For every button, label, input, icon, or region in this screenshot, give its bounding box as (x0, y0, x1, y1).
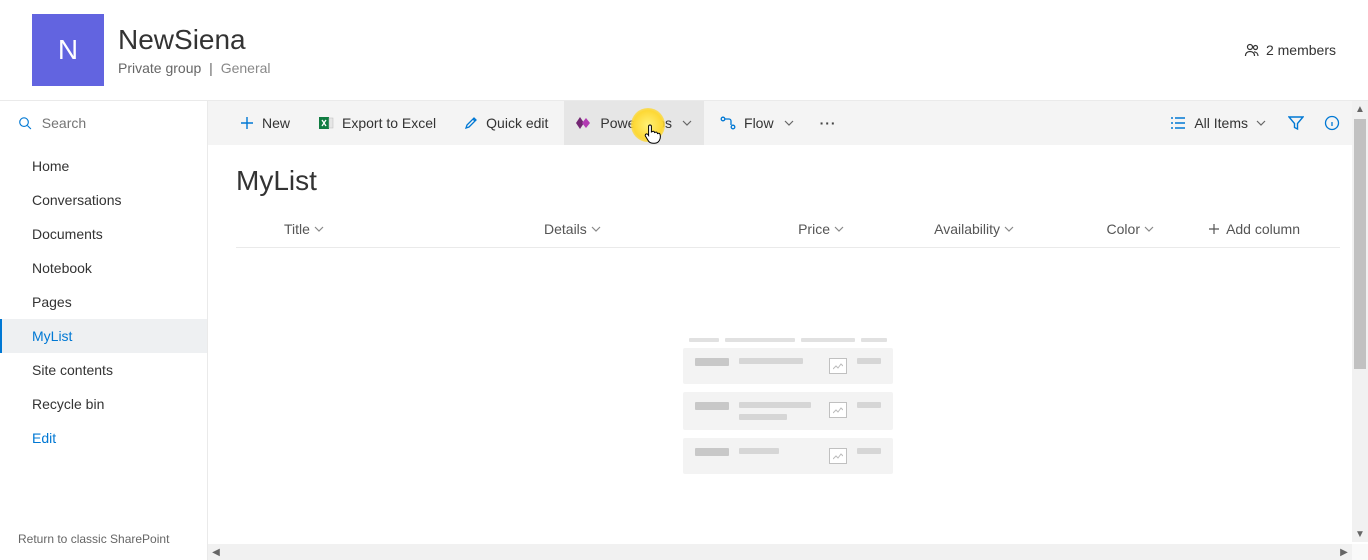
empty-state (236, 248, 1340, 482)
main: Home Conversations Documents Notebook Pa… (0, 100, 1368, 560)
list-title: MyList (236, 165, 1340, 197)
rail-footer: Return to classic SharePoint (0, 518, 207, 560)
chevron-down-icon (1256, 118, 1266, 128)
export-excel-button[interactable]: Export to Excel (306, 101, 448, 145)
cmd-label: Flow (744, 115, 774, 131)
list-view-icon (1170, 116, 1186, 130)
cmd-label: PowerApps (600, 115, 672, 131)
site-title[interactable]: NewSiena (118, 24, 1244, 56)
nav-item-conversations[interactable]: Conversations (0, 183, 207, 217)
cmd-label: Export to Excel (342, 115, 436, 131)
scroll-up-icon[interactable]: ▲ (1352, 101, 1368, 117)
nav-item-pages[interactable]: Pages (0, 285, 207, 319)
col-label: Price (798, 221, 830, 237)
site-subtitle: Private group | General (118, 60, 1244, 76)
command-bar: New Export to Excel Quick edit PowerApps (208, 101, 1368, 145)
column-header-color[interactable]: Color (1014, 221, 1154, 237)
plus-icon (1208, 223, 1220, 235)
info-icon (1324, 115, 1340, 131)
scroll-right-icon[interactable]: ▶ (1336, 544, 1352, 560)
horizontal-scrollbar[interactable]: ◀ ▶ (208, 544, 1352, 560)
chevron-down-icon (591, 224, 601, 234)
col-label: Details (544, 221, 587, 237)
column-header-availability[interactable]: Availability (844, 221, 1014, 237)
chevron-down-icon (1144, 224, 1154, 234)
empty-illustration (683, 338, 893, 482)
filter-button[interactable] (1280, 101, 1312, 145)
nav-item-home[interactable]: Home (0, 149, 207, 183)
return-classic-link[interactable]: Return to classic SharePoint (18, 532, 169, 546)
chevron-down-icon (682, 118, 692, 128)
site-logo-initial: N (58, 34, 78, 66)
search-box[interactable] (0, 101, 207, 145)
powerapps-button[interactable]: PowerApps (564, 101, 704, 145)
powerapps-icon (576, 116, 592, 130)
classification: General (221, 60, 271, 76)
plus-icon (240, 116, 254, 130)
nav-item-documents[interactable]: Documents (0, 217, 207, 251)
site-logo: N (32, 14, 104, 86)
col-label: Color (1107, 221, 1140, 237)
pencil-icon (464, 116, 478, 130)
members-button[interactable]: 2 members (1244, 42, 1336, 58)
nav-item-edit[interactable]: Edit (0, 421, 207, 455)
scroll-thumb[interactable] (1354, 119, 1366, 369)
quick-edit-button[interactable]: Quick edit (452, 101, 560, 145)
search-input[interactable] (42, 115, 189, 131)
chevron-down-icon (834, 224, 844, 234)
column-headers: Title Details Price Availability Color (236, 221, 1340, 248)
scroll-down-icon[interactable]: ▼ (1352, 526, 1368, 542)
add-column-label: Add column (1226, 221, 1300, 237)
nav-label: Documents (32, 226, 103, 242)
column-header-details[interactable]: Details (544, 221, 694, 237)
vertical-scrollbar[interactable]: ▲ ▼ (1352, 101, 1368, 542)
column-header-title[interactable]: Title (284, 221, 544, 237)
view-label: All Items (1194, 115, 1248, 131)
new-button[interactable]: New (228, 101, 302, 145)
chevron-down-icon (314, 224, 324, 234)
flow-icon (720, 116, 736, 130)
nav-label: MyList (32, 328, 72, 344)
nav-label: Pages (32, 294, 72, 310)
nav-label: Home (32, 158, 69, 174)
nav-item-notebook[interactable]: Notebook (0, 251, 207, 285)
nav-label: Edit (32, 430, 56, 446)
nav-item-mylist[interactable]: MyList (0, 319, 207, 353)
group-type: Private group (118, 60, 201, 76)
search-icon (18, 115, 32, 131)
nav-item-site-contents[interactable]: Site contents (0, 353, 207, 387)
column-header-price[interactable]: Price (694, 221, 844, 237)
left-rail: Home Conversations Documents Notebook Pa… (0, 101, 208, 560)
nav-label: Conversations (32, 192, 122, 208)
info-pane-button[interactable] (1316, 101, 1348, 145)
chevron-down-icon (1004, 224, 1014, 234)
content-area: New Export to Excel Quick edit PowerApps (208, 101, 1368, 560)
nav-label: Notebook (32, 260, 92, 276)
cmd-label: New (262, 115, 290, 131)
members-label: 2 members (1266, 42, 1336, 58)
cmd-label: Quick edit (486, 115, 548, 131)
site-header: N NewSiena Private group | General 2 mem… (0, 0, 1368, 100)
nav-label: Recycle bin (32, 396, 104, 412)
scroll-left-icon[interactable]: ◀ (208, 544, 224, 560)
filter-icon (1288, 115, 1304, 131)
chevron-down-icon (784, 118, 794, 128)
people-icon (1244, 42, 1260, 58)
view-selector[interactable]: All Items (1160, 101, 1276, 145)
flow-button[interactable]: Flow (708, 101, 806, 145)
nav-item-recycle-bin[interactable]: Recycle bin (0, 387, 207, 421)
separator: | (209, 60, 213, 76)
nav-label: Site contents (32, 362, 113, 378)
add-column-button[interactable]: Add column (1208, 221, 1340, 237)
scroll-corner (1352, 544, 1368, 560)
left-nav: Home Conversations Documents Notebook Pa… (0, 149, 207, 455)
page-body: MyList Title Details Price Availability (208, 145, 1368, 560)
col-label: Availability (934, 221, 1000, 237)
more-actions-button[interactable]: ··· (810, 115, 847, 131)
col-label: Title (284, 221, 310, 237)
excel-icon (318, 115, 334, 131)
site-meta: NewSiena Private group | General (118, 24, 1244, 76)
